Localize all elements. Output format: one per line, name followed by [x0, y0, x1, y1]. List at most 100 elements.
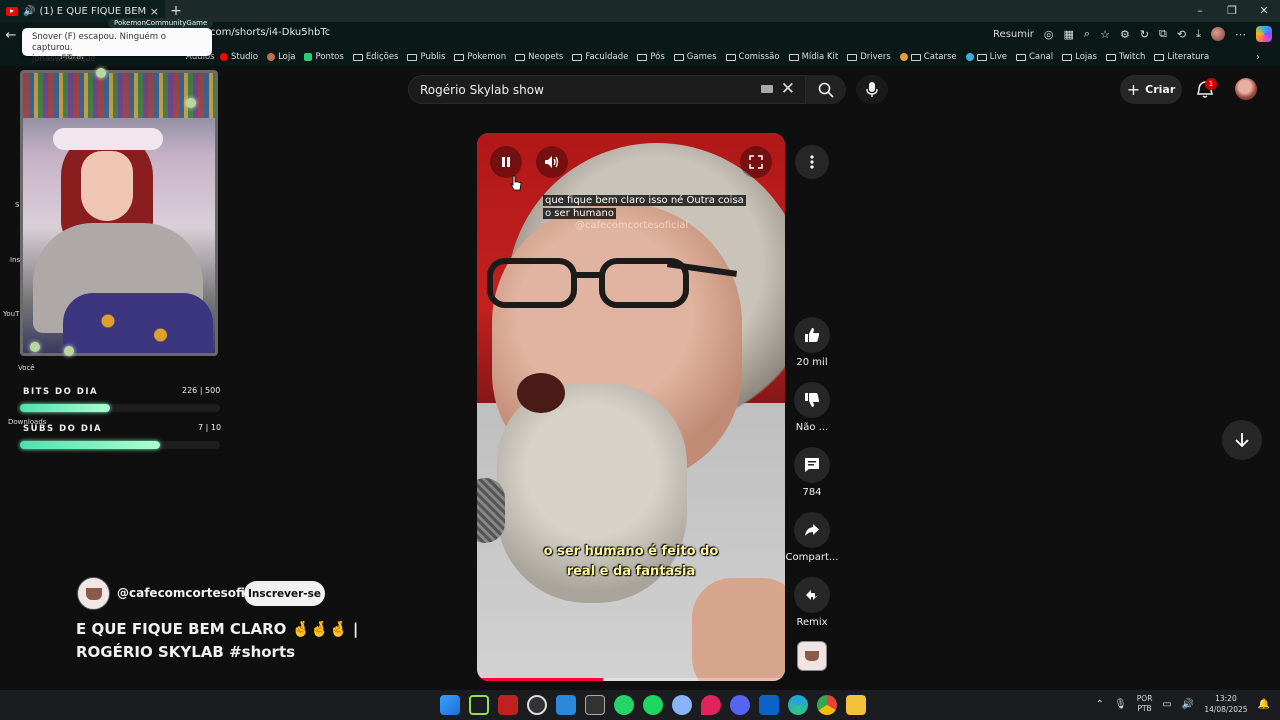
history-icon[interactable]: ⟲ [1177, 28, 1186, 41]
app-icon[interactable] [672, 695, 692, 715]
bookmark-live[interactable]: Live [965, 52, 1007, 62]
folder-icon [1016, 53, 1026, 61]
bookmark-twitch[interactable]: Twitch [1105, 52, 1145, 62]
chevron-up-icon[interactable]: ⌃ [1096, 699, 1104, 710]
profile-avatar-icon[interactable] [1211, 27, 1225, 41]
bookmark-games[interactable]: Games [673, 52, 717, 62]
zoom-icon[interactable]: ⌕ [1084, 27, 1090, 41]
bookmark-pos[interactable]: Pós [637, 52, 665, 62]
spotify-icon[interactable] [643, 695, 663, 715]
clock-time: 13:20 [1215, 694, 1237, 703]
new-tab-button[interactable]: + [165, 3, 187, 19]
speaker-icon[interactable]: 🔊 [23, 6, 35, 17]
folder-icon [1105, 53, 1116, 61]
whatsapp-icon[interactable] [614, 695, 634, 715]
share-icon [805, 524, 819, 536]
side-label-youtube[interactable]: YouT [3, 310, 19, 318]
bits-value: 226 | 500 [182, 386, 221, 395]
start-menu-icon[interactable] [440, 695, 460, 715]
favorite-star-icon[interactable]: ☆ [1100, 28, 1110, 41]
bookmark-catarse[interactable]: Catarse [899, 52, 957, 62]
account-avatar[interactable] [1235, 78, 1257, 100]
bookmark-faculdade[interactable]: Faculdade [572, 52, 628, 62]
bookmark-midia-kit[interactable]: Mídia Kit [788, 52, 838, 62]
comments-button[interactable] [794, 447, 830, 483]
folder-icon [572, 53, 583, 61]
folder-icon [454, 53, 465, 61]
read-aloud-icon[interactable]: ◎ [1044, 28, 1054, 41]
remix-icon [806, 590, 818, 600]
side-label-voce[interactable]: Você [18, 364, 35, 372]
tray-microphone-icon[interactable]: 🎙 [1114, 699, 1127, 710]
language-indicator[interactable]: POR PTB [1137, 694, 1153, 714]
next-video-button[interactable] [1222, 420, 1262, 460]
back-arrow-icon[interactable]: ← [0, 28, 22, 43]
pause-button[interactable] [490, 146, 522, 178]
notification-center-icon[interactable]: 🔔 [1258, 699, 1270, 710]
clear-search-icon[interactable]: ✕ [781, 79, 795, 99]
coffee-cup-icon [805, 651, 819, 661]
copilot-icon[interactable] [1256, 26, 1272, 42]
bookmark-literatura[interactable]: Literatura [1154, 52, 1209, 62]
bookmark-neopets[interactable]: Neopets [515, 52, 563, 62]
volume-button[interactable] [536, 146, 568, 178]
dislike-button[interactable] [794, 382, 830, 418]
tab-close-icon[interactable]: × [150, 5, 159, 18]
discord-icon[interactable] [730, 695, 750, 715]
bookmark-pokemon[interactable]: Pokemon [454, 52, 506, 62]
side-label-ins[interactable]: Ins [10, 256, 20, 264]
chevron-right-icon[interactable]: › [1256, 52, 1260, 63]
download-icon[interactable]: ⤓ [1196, 27, 1201, 41]
collections-icon[interactable]: ⧉ [1159, 27, 1167, 41]
keyboard-icon[interactable] [761, 85, 773, 93]
calculator-icon[interactable] [585, 695, 605, 715]
outlook-icon[interactable] [759, 695, 779, 715]
speaker-tray-icon[interactable]: 🔊 [1182, 699, 1194, 710]
bookmark-publis[interactable]: Publis [407, 52, 445, 62]
remix-button[interactable] [794, 577, 830, 613]
maps-pin-icon[interactable] [701, 695, 721, 715]
video-progress-bar[interactable] [477, 678, 785, 681]
file-explorer-icon[interactable] [846, 695, 866, 715]
chrome-icon[interactable] [817, 695, 837, 715]
channel-avatar[interactable] [77, 577, 110, 610]
create-button[interactable]: + Criar [1120, 75, 1182, 104]
more-options-button[interactable] [795, 145, 829, 179]
thumbs-down-icon [805, 393, 820, 407]
bookmark-studio[interactable]: Studio [220, 52, 258, 62]
like-button[interactable] [794, 317, 830, 353]
share-button[interactable] [794, 512, 830, 548]
refresh-icon[interactable]: ↻ [1140, 28, 1149, 41]
search-input[interactable]: Rogério Skylab show ✕ [408, 75, 806, 104]
subscribe-button[interactable]: Inscrever-se [244, 581, 325, 606]
bookmark-comissao[interactable]: Comissão [725, 52, 780, 62]
bookmark-drivers[interactable]: Drivers [847, 52, 891, 62]
bookmark-pontos[interactable]: Pontos [304, 52, 344, 62]
edge-icon[interactable] [788, 695, 808, 715]
url-field[interactable]: com/shorts/i4-Dku5hbTc [210, 27, 330, 38]
split-screen-icon[interactable]: ▦ [1064, 28, 1074, 41]
subs-progress-fill [20, 441, 160, 449]
news-app-icon[interactable] [498, 695, 518, 715]
resumir-button[interactable]: Resumir [993, 29, 1034, 40]
side-label-s[interactable]: S [15, 201, 19, 209]
clock[interactable]: 13:20 14/08/2025 [1204, 693, 1247, 715]
close-window-button[interactable]: ✕ [1248, 0, 1280, 22]
fullscreen-button[interactable] [740, 146, 772, 178]
streamlabs-icon[interactable] [469, 695, 489, 715]
notepad-icon[interactable] [556, 695, 576, 715]
bookmark-canal[interactable]: Canal [1016, 52, 1053, 62]
bookmark-loja[interactable]: Loja [267, 52, 295, 62]
network-icon[interactable]: ▭ [1162, 699, 1171, 710]
menu-dots-icon[interactable]: ⋯ [1235, 28, 1246, 41]
like-count: 20 mil [796, 357, 828, 368]
obs-icon[interactable] [527, 695, 547, 715]
maximize-button[interactable]: ❐ [1216, 0, 1248, 22]
extensions-icon[interactable]: ⚙ [1120, 28, 1130, 41]
voice-search-button[interactable] [856, 75, 888, 104]
search-button[interactable] [806, 75, 846, 104]
bookmark-lojas[interactable]: Lojas [1062, 52, 1097, 62]
minimize-button[interactable]: – [1184, 0, 1216, 22]
audio-thumbnail[interactable] [797, 641, 827, 671]
bookmark-edicoes[interactable]: Edições [352, 52, 398, 62]
